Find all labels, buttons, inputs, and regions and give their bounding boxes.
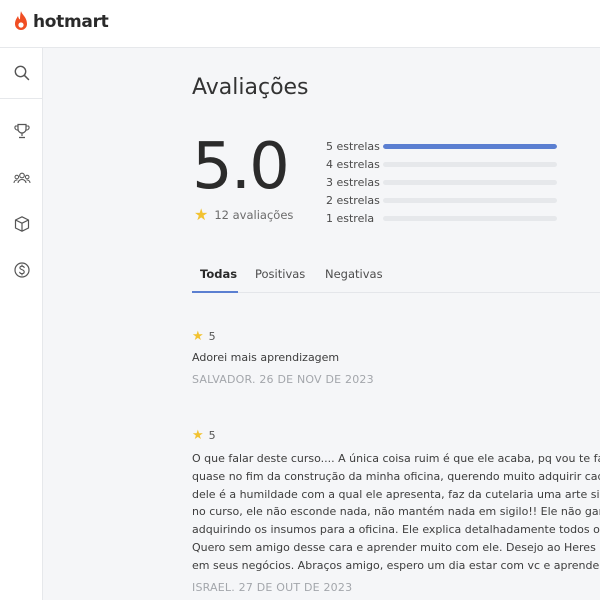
top-bar: hotmart <box>0 0 600 48</box>
review-text-line: dele é a humildade com a qual ele aprese… <box>192 487 600 501</box>
average-score: 5.0 <box>192 130 290 204</box>
tab-todas[interactable]: Todas <box>192 267 238 293</box>
review-meta: ISRAEL. 27 DE OUT DE 2023 <box>192 580 353 594</box>
rating-bar-track <box>383 144 557 150</box>
star-icon: ★ <box>192 428 204 443</box>
review-item: ★ 5 O que falar deste curso.... A única … <box>192 429 600 594</box>
review-text-line: em seus negócios. Abraços amigo, espero … <box>192 558 600 572</box>
rating-bar-track <box>383 179 557 185</box>
rating-bar-row: 2 estrelas <box>326 191 557 209</box>
rating-bar-track <box>383 197 557 203</box>
rating-distribution: 5 estrelas 4 estrelas 3 estrelas 2 estre… <box>326 138 557 227</box>
star-icon: ★ <box>192 329 204 344</box>
rating-bar-row: 1 estrela <box>326 209 557 227</box>
review-rating: ★ 5 <box>192 429 600 442</box>
users-icon <box>12 172 31 184</box>
review-text-line: no curso, ele não esconde nada, não mant… <box>192 505 600 519</box>
rating-bar-label: 1 estrela <box>326 211 375 225</box>
review-text-line: quase no fim da construção da minha ofic… <box>192 469 600 483</box>
brand-name: hotmart <box>33 12 109 32</box>
review-text-line: adquirindo os insumos para a oficina. El… <box>192 523 600 537</box>
tab-positivas[interactable]: Positivas <box>255 267 305 293</box>
rating-bar-label: 3 estrelas <box>326 175 380 189</box>
sidebar-item-sales[interactable] <box>0 255 43 285</box>
review-text: Adorei mais aprendizagem <box>192 351 340 364</box>
rating-bar-track <box>383 162 557 168</box>
review-item: ★ 5 Adorei mais aprendizagem SALVADOR. 2… <box>192 330 374 386</box>
sidebar-item-community[interactable] <box>0 163 43 193</box>
rating-bar-label: 5 estrelas <box>326 140 380 154</box>
box-icon <box>14 216 29 232</box>
review-rating: ★ 5 <box>192 330 374 343</box>
trophy-icon <box>13 123 30 139</box>
review-rating-value: 5 <box>208 330 216 343</box>
tab-negativas[interactable]: Negativas <box>325 267 383 293</box>
rating-bar-row: 5 estrelas <box>326 138 557 156</box>
rating-bar-label: 2 estrelas <box>326 193 380 207</box>
sidebar <box>0 48 43 600</box>
review-tabs: Todas Positivas Negativas <box>192 261 600 293</box>
review-text: O que falar deste curso.... A única cois… <box>192 450 600 575</box>
rating-bar-label: 4 estrelas <box>326 158 380 172</box>
star-icon: ★ <box>194 205 209 224</box>
dollar-icon <box>13 262 30 278</box>
review-rating-value: 5 <box>208 429 216 442</box>
sidebar-search-button[interactable] <box>0 48 43 99</box>
flame-icon <box>15 11 27 30</box>
rating-bar-track <box>383 215 557 221</box>
sidebar-item-trophy[interactable] <box>0 116 43 146</box>
sidebar-item-products[interactable] <box>0 209 43 239</box>
rating-bar-row: 4 estrelas <box>326 156 557 174</box>
page-title: Avaliações <box>192 75 309 100</box>
search-icon <box>14 65 29 81</box>
review-text-line: O que falar deste curso.... A única cois… <box>192 452 600 465</box>
review-text-line: Quero sem amigo desse cara e aprender mu… <box>192 540 600 554</box>
rating-bar-row: 3 estrelas <box>326 174 557 192</box>
rating-bar-fill <box>383 144 557 150</box>
review-count-label: 12 avaliações <box>214 208 294 222</box>
hotmart-logo[interactable]: hotmart <box>12 8 109 36</box>
review-meta: SALVADOR. 26 DE NOV DE 2023 <box>192 372 374 386</box>
review-count: ★ 12 avaliações <box>194 207 293 223</box>
main-content: Avaliações 5.0 ★ 12 avaliações 5 estrela… <box>44 49 600 600</box>
